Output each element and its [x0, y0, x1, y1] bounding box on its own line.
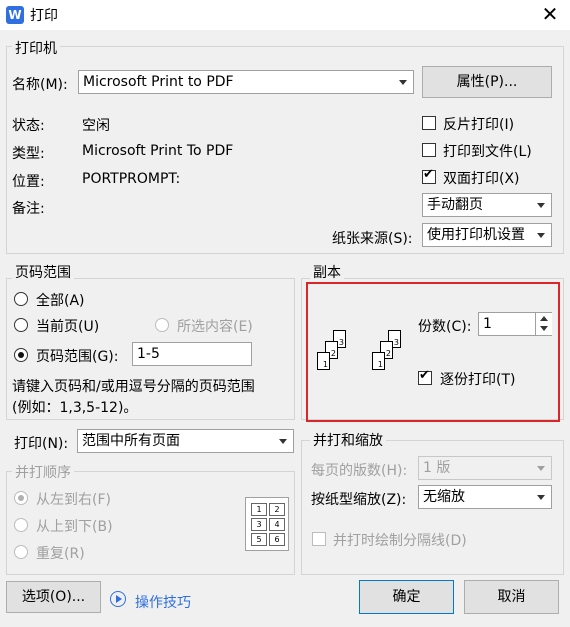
checkmark-icon: ✔	[419, 368, 430, 383]
scale-label: 按纸型缩放(Z):	[311, 492, 407, 508]
order-group-label: 并打顺序	[12, 462, 74, 482]
scale-value: 无缩放	[423, 489, 465, 505]
title-bar: W 打印 ✕	[0, 0, 570, 30]
page-range-hint-1: 请键入页码和/或用逗号分隔的页码范围	[12, 379, 255, 395]
printer-group-label: 打印机	[12, 38, 60, 58]
collate-label: 逐份打印(T)	[440, 372, 516, 388]
reverse-print-label: 反片打印(I)	[443, 117, 515, 133]
print-to-file-label: 打印到文件(L)	[443, 144, 532, 160]
divider-checkbox[interactable]	[312, 532, 326, 546]
location-label: 位置:	[12, 174, 45, 190]
pages-per-sheet-value: 1 版	[423, 460, 451, 476]
collate-checkbox[interactable]: ✔	[418, 368, 432, 385]
print-to-file-checkbox[interactable]	[422, 143, 436, 157]
order-repeat-radio[interactable]	[14, 545, 28, 559]
printer-name-select[interactable]: Microsoft Print to PDF	[78, 70, 414, 94]
cancel-button[interactable]: 取消	[464, 580, 559, 614]
ok-button[interactable]: 确定	[359, 580, 454, 614]
copies-count-label: 份数(C):	[418, 319, 472, 335]
chevron-down-icon	[537, 495, 545, 500]
duplex-label: 双面打印(X)	[443, 171, 520, 187]
order-cell: 1	[251, 503, 267, 516]
zoom-group-label: 并打和缩放	[310, 430, 386, 450]
chevron-down-icon	[537, 233, 545, 238]
scale-select[interactable]: 无缩放	[418, 485, 552, 509]
order-top-bottom-radio[interactable]	[14, 518, 28, 532]
copies-spinner[interactable]	[535, 313, 552, 335]
printer-name-label: 名称(M):	[12, 77, 68, 93]
chevron-down-icon	[537, 203, 545, 208]
radio-dot-icon	[18, 495, 24, 501]
print-what-value: 范围中所有页面	[82, 433, 180, 449]
properties-button[interactable]: 属性(P)...	[422, 66, 552, 98]
status-value: 空闲	[82, 118, 110, 134]
order-top-bottom-label: 从上到下(B)	[36, 519, 113, 535]
comment-label: 备注:	[12, 201, 45, 217]
order-cell: 2	[269, 503, 285, 516]
radio-dot-icon	[18, 352, 24, 358]
spinner-up-icon[interactable]	[540, 316, 548, 321]
pages-per-sheet-select[interactable]: 1 版	[418, 456, 552, 480]
checkmark-icon: ✔	[423, 167, 434, 182]
paper-source-select[interactable]: 使用打印机设置	[422, 223, 552, 247]
page-range-group-label: 页码范围	[12, 262, 74, 282]
printer-name-value: Microsoft Print to PDF	[83, 74, 234, 90]
range-selection-radio[interactable]	[155, 318, 169, 332]
type-value: Microsoft Print To PDF	[82, 143, 234, 159]
tips-link[interactable]: 操作技巧	[135, 592, 191, 612]
copies-group-label: 副本	[310, 262, 344, 282]
status-label: 状态:	[12, 118, 45, 134]
page-range-hint-2: (例如：1,3,5-12)。	[12, 400, 138, 416]
range-pages-label: 页码范围(G):	[36, 349, 119, 365]
order-cell: 5	[251, 533, 267, 546]
order-left-right-label: 从左到右(F)	[36, 492, 111, 508]
range-pages-radio[interactable]	[14, 348, 28, 362]
range-current-label: 当前页(U)	[36, 319, 100, 335]
page-range-input[interactable]: 1-5	[132, 342, 252, 366]
print-what-select[interactable]: 范围中所有页面	[77, 429, 294, 453]
range-current-radio[interactable]	[14, 318, 28, 332]
range-selection-label: 所选内容(E)	[177, 319, 253, 335]
order-cell: 3	[251, 518, 267, 531]
chevron-down-icon	[399, 80, 407, 85]
spinner-down-icon[interactable]	[540, 326, 548, 331]
collate-page-icon: 1	[317, 352, 330, 370]
paper-source-label: 纸张来源(S):	[332, 231, 413, 247]
chevron-down-icon	[537, 466, 545, 471]
order-cell: 6	[269, 533, 285, 546]
order-repeat-label: 重复(R)	[36, 546, 85, 562]
collate-page-icon: 1	[372, 352, 385, 370]
range-all-label: 全部(A)	[36, 293, 85, 309]
order-left-right-radio[interactable]	[14, 491, 28, 505]
window-title: 打印	[30, 8, 58, 24]
paper-source-value: 使用打印机设置	[427, 227, 525, 243]
wps-app-icon: W	[6, 6, 24, 24]
play-circle-icon[interactable]	[110, 591, 126, 607]
duplex-mode-value: 手动翻页	[427, 197, 483, 213]
duplex-checkbox[interactable]: ✔	[422, 167, 436, 184]
type-label: 类型:	[12, 146, 45, 162]
location-value: PORTPROMPT:	[82, 171, 181, 187]
order-preview: 1 2 3 4 5 6	[245, 497, 289, 551]
chevron-down-icon	[279, 439, 287, 444]
order-cell: 4	[269, 518, 285, 531]
print-what-label: 打印(N):	[14, 436, 69, 452]
pages-per-sheet-label: 每页的版数(H):	[311, 463, 408, 479]
range-all-radio[interactable]	[14, 292, 28, 306]
reverse-print-checkbox[interactable]	[422, 116, 436, 130]
duplex-mode-select[interactable]: 手动翻页	[422, 193, 552, 217]
options-button[interactable]: 选项(O)...	[6, 581, 101, 613]
close-icon[interactable]: ✕	[538, 2, 562, 26]
copies-highlight-box	[306, 282, 560, 422]
divider-label: 并打时绘制分隔线(D)	[333, 533, 467, 549]
